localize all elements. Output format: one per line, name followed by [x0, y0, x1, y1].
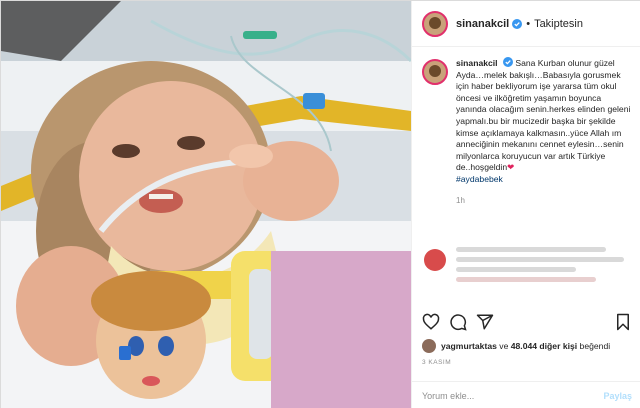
header-separator: •	[526, 17, 531, 30]
post-caption: sinanakcil Sana Kurban olunur güzel Ayda…	[412, 57, 640, 205]
share-icon[interactable]	[476, 313, 494, 331]
comment-icon[interactable]	[449, 313, 467, 331]
comment-avatar	[424, 249, 446, 271]
caption-username[interactable]: sinanakcil	[456, 58, 498, 68]
post-header: sinanakcil • Takiptesin	[412, 1, 640, 47]
heart-emoji: ❤	[507, 162, 515, 173]
caption-time: 1h	[456, 195, 465, 205]
header-username[interactable]: sinanakcil	[456, 18, 509, 30]
bookmark-icon[interactable]	[614, 313, 632, 331]
likes-count[interactable]: 48.044 diğer kişi	[511, 341, 577, 351]
follow-status-button[interactable]: Takiptesin	[534, 18, 583, 30]
post-date: 3 KASIM	[422, 359, 452, 366]
likes-suffix: beğendi	[579, 341, 611, 351]
profile-avatar[interactable]	[422, 10, 448, 37]
caption-verified-badge-icon	[502, 57, 513, 67]
blurred-comment	[422, 241, 632, 303]
verified-badge-icon	[512, 18, 523, 29]
liker-username[interactable]: yagmurtaktas	[441, 341, 497, 351]
photo-illustration	[1, 1, 411, 408]
blurred-text-line	[456, 277, 596, 282]
caption-text-block: sinanakcil Sana Kurban olunur güzel Ayda…	[456, 57, 632, 186]
comment-bar: Paylaş	[412, 381, 640, 408]
blurred-text-line	[456, 267, 576, 272]
likes-connector: ve	[499, 341, 509, 351]
post-photo[interactable]	[1, 1, 411, 408]
caption-avatar[interactable]	[422, 59, 448, 85]
post-sidebar: sinanakcil • Takiptesin sinanakcil Sana …	[411, 1, 640, 408]
comment-input[interactable]	[422, 390, 604, 401]
caption-hashtag[interactable]: #aydabebek	[456, 174, 503, 184]
caption-body: Sana Kurban olunur güzel Ayda…melek bakı…	[456, 58, 631, 173]
liker-avatar	[422, 339, 436, 353]
likes-summary: yagmurtaktas ve 48.044 diğer kişi beğend…	[422, 339, 637, 353]
blurred-text-line	[456, 257, 624, 262]
action-bar	[422, 313, 632, 333]
heart-icon[interactable]	[422, 313, 440, 331]
blurred-text-line	[456, 247, 606, 252]
post-comment-button[interactable]: Paylaş	[603, 391, 632, 401]
instagram-post-embed: sinanakcil • Takiptesin sinanakcil Sana …	[0, 0, 640, 408]
